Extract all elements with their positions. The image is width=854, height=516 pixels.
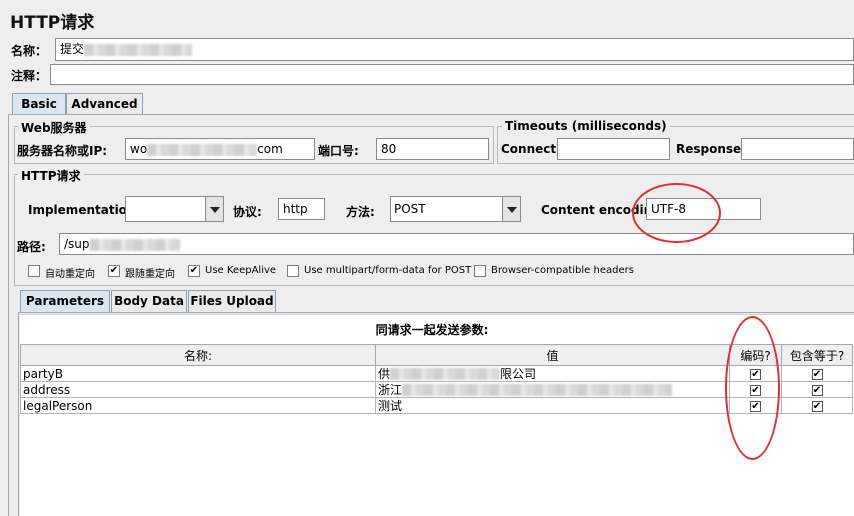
protocol-label: 协议: — [233, 205, 262, 219]
tab-basic[interactable]: Basic — [12, 93, 66, 115]
name-value: 提交 — [60, 42, 85, 56]
port-input[interactable]: 80 — [376, 138, 489, 160]
follow-redirect-label: 跟随重定向 — [125, 269, 175, 280]
include-equals-checkbox[interactable]: ✔ — [811, 384, 823, 396]
include-equals-cell: ✔ — [781, 397, 853, 414]
implementation-select[interactable] — [125, 196, 224, 222]
server-suffix: com — [257, 142, 283, 156]
comment-input[interactable] — [50, 64, 854, 85]
param-value[interactable]: 浙江 — [375, 381, 730, 398]
path-input[interactable]: /sup — [59, 233, 854, 255]
annotation-circle-encoding — [632, 183, 721, 243]
params-caption: 同请求一起发送参数: — [375, 323, 489, 337]
page-title: HTTP请求 — [10, 13, 95, 33]
redacted-text — [147, 143, 258, 156]
auto-redirect-checkbox[interactable] — [28, 265, 40, 277]
tab-parameters[interactable]: Parameters — [20, 290, 110, 312]
tab-files-upload[interactable]: Files Upload — [188, 290, 276, 312]
annotation-circle-encode-column — [725, 316, 780, 460]
param-value[interactable]: 供 限公司 — [375, 365, 730, 382]
param-name[interactable]: legalPerson — [20, 397, 376, 414]
value-suffix: 限公司 — [500, 366, 537, 381]
path-label: 路径: — [17, 240, 46, 254]
connect-label: Connect: — [501, 142, 561, 156]
web-server-legend: Web服务器 — [18, 119, 90, 136]
redacted-text — [84, 43, 193, 56]
keepalive-checkbox[interactable]: ✔ — [188, 265, 200, 277]
name-label: 名称： — [11, 44, 48, 58]
redacted-text — [89, 238, 180, 251]
value-prefix: 浙江 — [378, 382, 403, 397]
multipart-label: Use multipart/form-data for POST — [304, 265, 472, 276]
multipart-checkbox[interactable] — [287, 265, 299, 277]
include-equals-cell: ✔ — [781, 381, 853, 398]
browser-headers-checkbox[interactable] — [474, 265, 486, 277]
name-input[interactable]: 提交 — [55, 38, 854, 61]
value-prefix: 供 — [378, 366, 391, 381]
server-prefix: wo — [130, 142, 148, 156]
response-label: Response: — [676, 142, 746, 156]
server-input[interactable]: wo com — [125, 138, 315, 160]
include-equals-cell: ✔ — [781, 365, 853, 382]
port-label: 端口号: — [318, 144, 359, 158]
auto-redirect-label: 自动重定向 — [45, 269, 95, 280]
connect-input[interactable] — [557, 138, 670, 160]
follow-redirect-checkbox[interactable]: ✔ — [108, 265, 120, 277]
path-value: /sup — [64, 237, 90, 251]
column-header-include-equals[interactable]: 包含等于? — [781, 344, 853, 366]
response-input[interactable] — [741, 138, 854, 160]
redacted-text — [402, 384, 673, 396]
column-header-name[interactable]: 名称: — [20, 344, 376, 366]
param-value[interactable]: 测试 — [375, 397, 730, 414]
param-name[interactable]: address — [20, 381, 376, 398]
method-select[interactable]: POST — [390, 196, 521, 222]
method-label: 方法: — [346, 205, 375, 219]
chevron-down-icon[interactable] — [205, 197, 223, 221]
include-equals-checkbox[interactable]: ✔ — [811, 400, 823, 412]
column-header-value[interactable]: 值 — [375, 344, 730, 366]
http-request-legend: HTTP请求 — [18, 167, 84, 184]
tab-advanced[interactable]: Advanced — [66, 93, 143, 115]
browser-headers-label: Browser-compatible headers — [491, 265, 634, 276]
keepalive-label: Use KeepAlive — [205, 265, 277, 276]
protocol-input[interactable]: http — [278, 198, 325, 220]
method-value: POST — [394, 202, 426, 216]
server-label: 服务器名称或IP: — [17, 144, 108, 158]
implementation-label: Implementation: — [28, 203, 141, 217]
timeouts-legend: Timeouts (milliseconds) — [502, 119, 670, 133]
include-equals-checkbox[interactable]: ✔ — [811, 368, 823, 380]
comment-label: 注释： — [11, 69, 48, 83]
chevron-down-icon[interactable] — [502, 197, 520, 221]
redacted-text — [390, 368, 501, 380]
tab-body-data[interactable]: Body Data — [111, 290, 187, 312]
param-name[interactable]: partyB — [20, 365, 376, 382]
